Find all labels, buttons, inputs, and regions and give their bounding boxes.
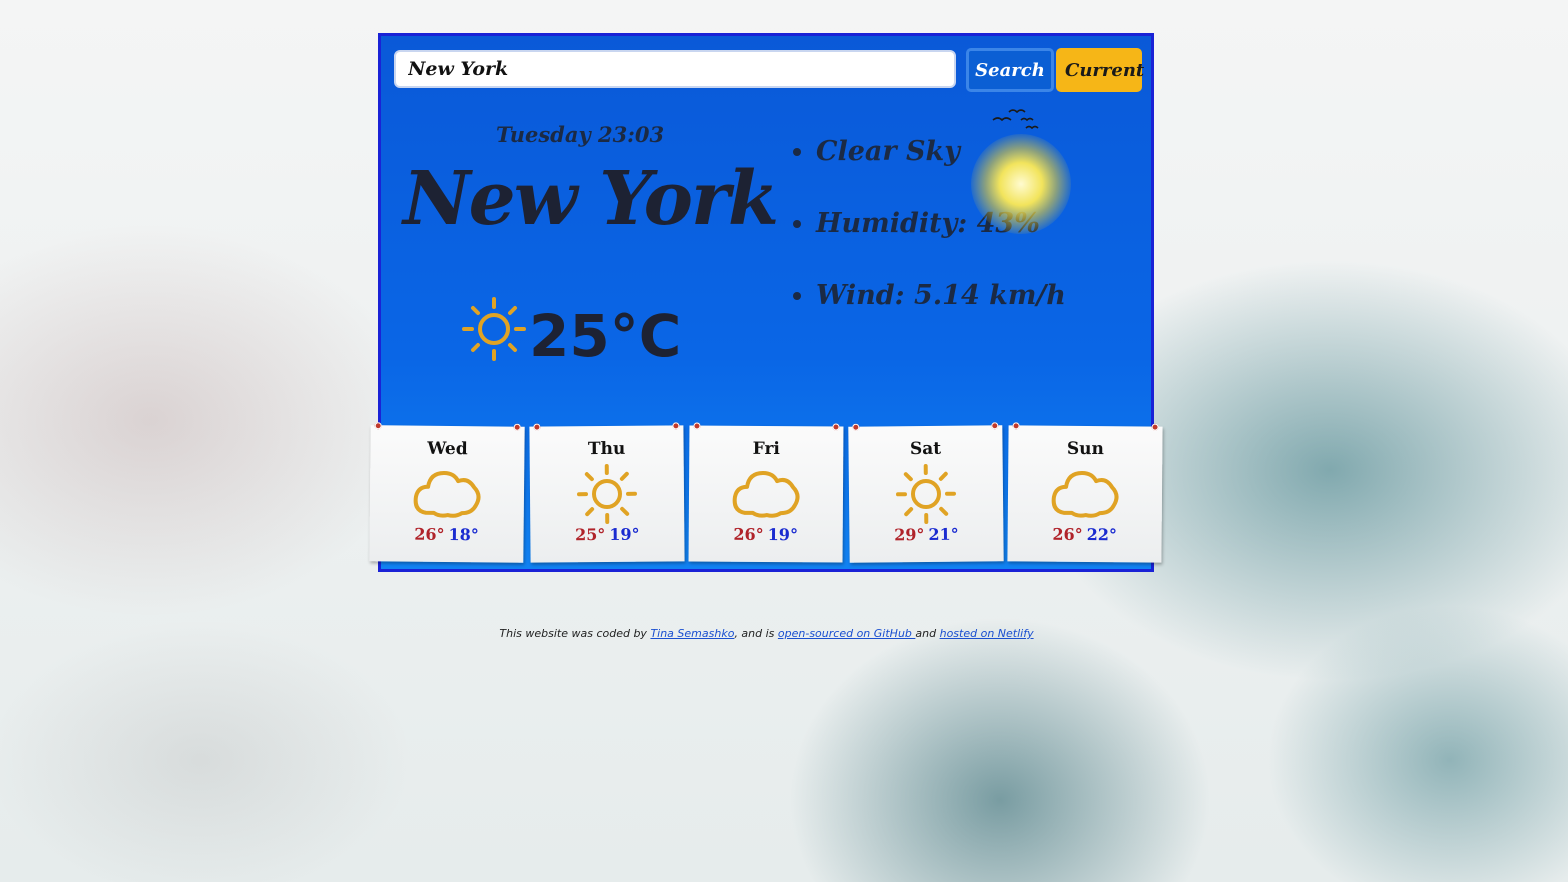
forecast-temps: 29° 21°	[849, 524, 1003, 545]
pin-icon	[513, 423, 521, 431]
pin-icon	[1012, 422, 1020, 430]
pin-icon	[832, 423, 840, 431]
forecast-card: Wed 26° 18°	[369, 422, 525, 563]
forecast-min-temp: 19°	[767, 525, 799, 545]
forecast-max-temp: 26°	[1052, 524, 1083, 544]
footer-credit: This website was coded by Tina Semashko,…	[0, 627, 1533, 640]
forecast-min-temp: 21°	[927, 524, 959, 544]
forecast-day: Sun	[1066, 438, 1104, 460]
cloud-icon	[689, 462, 843, 525]
forecast-max-temp: 29°	[893, 525, 925, 545]
city-name: New York	[403, 156, 779, 242]
current-location-button[interactable]: Current	[1056, 48, 1144, 92]
sun-icon	[529, 462, 684, 525]
sun-icon	[848, 462, 1003, 526]
forecast-min-temp: 18°	[448, 525, 479, 545]
footer-prefix: This website was coded by	[499, 627, 651, 640]
pin-icon	[374, 422, 382, 430]
current-datetime: Tuesday 23:03	[496, 122, 665, 147]
search-button[interactable]: Search	[966, 48, 1054, 92]
cloud-icon	[370, 462, 525, 526]
forecast-card: Sat 29° 21°	[847, 422, 1004, 563]
pin-icon	[1151, 423, 1159, 431]
pin-icon	[990, 422, 998, 430]
forecast-list: Wed 26° 18° Thu 25° 19° Fri 26° 19° Sat 29° 21° Sun 2…	[368, 422, 1168, 566]
forecast-max-temp: 26°	[733, 524, 764, 544]
footer-and: and	[915, 627, 940, 640]
forecast-temps: 26° 22°	[1008, 524, 1162, 545]
github-link[interactable]: open-sourced on GitHub	[778, 627, 915, 640]
forecast-card: Thu 25° 19°	[528, 422, 685, 563]
pin-icon	[693, 422, 701, 430]
forecast-day: Thu	[587, 438, 625, 460]
city-search-input[interactable]	[394, 50, 956, 88]
wind-speed: Wind: 5.14 km/h	[816, 280, 1066, 316]
forecast-day: Sat	[909, 438, 941, 460]
forecast-min-temp: 22°	[1086, 525, 1117, 545]
cloud-icon	[1008, 462, 1163, 525]
sun-icon	[459, 294, 529, 368]
author-link[interactable]: Tina Semashko	[650, 627, 734, 640]
pin-icon	[532, 423, 540, 431]
search-form: Search Current	[394, 47, 1144, 93]
birds-icon	[991, 106, 1041, 136]
netlify-link[interactable]: hosted on Netlify	[940, 627, 1034, 640]
forecast-temps: 26° 18°	[369, 524, 523, 545]
pin-icon	[851, 423, 859, 431]
forecast-card: Fri 26° 19°	[688, 422, 844, 563]
forecast-max-temp: 25°	[574, 525, 605, 545]
current-temperature: 25°C	[529, 302, 682, 370]
forecast-min-temp: 19°	[608, 524, 640, 544]
footer-middle: , and is	[734, 627, 778, 640]
forecast-temps: 26° 19°	[689, 524, 843, 544]
forecast-day: Fri	[752, 438, 780, 460]
glowing-sun-illustration	[971, 134, 1071, 234]
pin-icon	[671, 422, 679, 430]
forecast-card: Sun 26° 22°	[1007, 422, 1163, 563]
forecast-day: Wed	[427, 438, 468, 460]
forecast-max-temp: 26°	[414, 524, 445, 544]
forecast-temps: 25° 19°	[530, 524, 684, 545]
